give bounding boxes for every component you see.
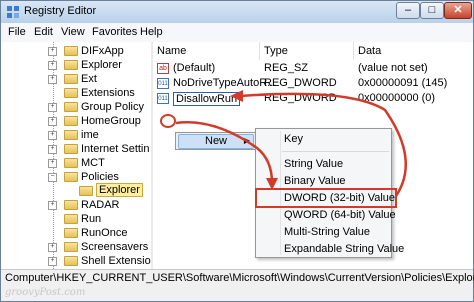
submenu-separator [282, 151, 389, 152]
tree-item-label: HomeGroup [81, 115, 141, 127]
menu-help[interactable]: Help [140, 26, 163, 38]
status-path: Computer\HKEY_CURRENT_USER\Software\Micr… [5, 272, 474, 284]
folder-icon [64, 60, 78, 70]
registry-editor-window: Registry Editor – □ ✕ File Edit View Fav… [0, 0, 474, 302]
value-type: REG_DWORD [264, 92, 337, 104]
folder-icon [64, 102, 78, 112]
tree-item-label: Explorer [81, 59, 122, 71]
value-data: (value not set) [358, 62, 428, 74]
tree-item-label: Screensavers [81, 241, 149, 253]
value-type: REG_DWORD [264, 77, 337, 89]
close-button[interactable]: ✕ [444, 2, 472, 19]
string-value-icon: ab [157, 63, 169, 74]
value-row[interactable]: 011 DisallowRun REG_DWORD 0x00000000 (0) [153, 91, 473, 106]
submenu-item[interactable]: QWORD (64-bit) Value [284, 209, 396, 221]
value-row[interactable]: ab (Default) REG_SZ (value not set) [153, 61, 473, 76]
column-header-type[interactable]: Type [260, 42, 354, 60]
tree-item[interactable]: + Shell Extensio [1, 253, 151, 269]
tree-expander-icon[interactable]: + [48, 131, 57, 140]
column-header-name[interactable]: Name [153, 42, 260, 60]
tree-item-label: DIFxApp [81, 45, 124, 57]
tree-expander-icon[interactable]: + [48, 243, 57, 252]
tree-item-label: Internet Settin [81, 143, 150, 155]
value-data: 0x00000000 (0) [358, 92, 436, 104]
tree-item-label: Extensions [81, 87, 135, 99]
value-type: REG_SZ [264, 62, 309, 74]
folder-icon [64, 200, 78, 210]
tree-expander-icon[interactable]: + [48, 117, 57, 126]
value-name: NoDriveTypeAutoR... [173, 77, 277, 89]
title-bar: Registry Editor – □ ✕ [1, 1, 473, 24]
folder-icon [64, 88, 78, 98]
tree-item-label: Ext [81, 73, 97, 85]
tree-expander-icon[interactable]: − [48, 173, 57, 182]
tree-expander-icon[interactable]: + [48, 257, 57, 266]
folder-icon [64, 172, 78, 182]
window-title: Registry Editor [24, 5, 97, 17]
chevron-right-icon: ▶ [243, 136, 250, 145]
submenu-item[interactable]: Binary Value [284, 175, 346, 187]
context-menu: New ▶ [175, 132, 257, 150]
folder-icon [64, 158, 78, 168]
tree-item-label: MCT [81, 157, 105, 169]
folder-icon [64, 256, 78, 266]
folder-icon [79, 186, 93, 196]
registry-tree[interactable]: + DIFxApp + Explorer + Ext Extensions + Group Po… [1, 42, 152, 269]
watermark: groovyPost.com [5, 287, 86, 298]
value-name: (Default) [173, 62, 216, 74]
menu-favorites[interactable]: Favorites [92, 26, 137, 38]
folder-icon [64, 228, 78, 238]
tree-expander-icon[interactable]: + [48, 159, 57, 168]
tree-expander-icon[interactable]: + [48, 201, 57, 210]
tree-expander-icon[interactable]: + [48, 103, 57, 112]
tree-item-label: Policies [81, 171, 119, 183]
binary-value-icon: 011 [157, 93, 169, 104]
column-header-data[interactable]: Data [354, 42, 473, 60]
tree-item-label: RunOnce [81, 227, 128, 239]
menu-edit[interactable]: Edit [34, 26, 53, 38]
value-data: 0x00000091 (145) [358, 77, 448, 89]
tree-item-label: ime [81, 129, 99, 141]
submenu-key[interactable]: Key [284, 133, 303, 145]
folder-icon [64, 116, 78, 126]
value-row[interactable]: 011 NoDriveTypeAutoR... REG_DWORD 0x0000009… [153, 76, 473, 91]
submenu-item[interactable]: Expandable String Value [284, 243, 404, 255]
submenu-item[interactable]: Multi-String Value [284, 226, 370, 238]
minimize-button[interactable]: – [396, 2, 420, 19]
registry-icon [7, 6, 19, 18]
tree-expander-icon[interactable]: + [48, 61, 57, 70]
tree-expander-icon[interactable]: + [48, 47, 57, 56]
tree-expander-icon[interactable]: + [48, 145, 57, 154]
tree-item-label: Shell Extensio [81, 255, 151, 267]
tree-item-label: RADAR [81, 199, 120, 211]
context-menu-new-label: New [205, 135, 228, 147]
menu-view[interactable]: View [61, 26, 85, 38]
menu-bar: File Edit View Favorites Help [1, 23, 473, 43]
tree-item-label: Explorer [96, 183, 143, 197]
folder-icon [64, 144, 78, 154]
folder-icon [64, 46, 78, 56]
folder-icon [64, 74, 78, 84]
menu-file[interactable]: File [8, 26, 26, 38]
maximize-button[interactable]: □ [420, 2, 444, 19]
submenu-item[interactable]: String Value [284, 158, 343, 170]
tree-item-label: Group Policy [81, 101, 144, 113]
binary-value-icon: 011 [157, 78, 169, 89]
dword-highlight-box [255, 188, 397, 208]
tree-expander-icon[interactable]: + [48, 75, 57, 84]
folder-icon [64, 242, 78, 252]
context-menu-new[interactable]: New ▶ [178, 134, 254, 149]
tree-item-label: Run [81, 213, 102, 225]
folder-icon [64, 130, 78, 140]
folder-icon [64, 214, 78, 224]
rename-input[interactable]: DisallowRun [173, 92, 241, 106]
status-bar: Computer\HKEY_CURRENT_USER\Software\Micr… [1, 269, 474, 287]
